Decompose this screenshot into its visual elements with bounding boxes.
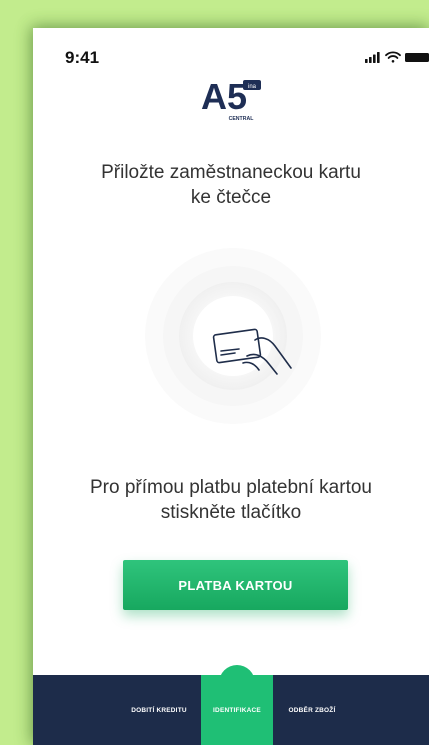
instruction-hint-line1: Pro přímou platbu platební kartou [89,477,372,498]
instruction-title: Přiložte zaměstnaneckou kartu ke čtečce [53,160,409,210]
status-time: 9:41 [65,48,100,67]
instruction-hint: Pro přímou platbu platební kartou stiskn… [53,475,409,525]
logo-mark: A5 [201,76,247,117]
logo-tag: ina [248,84,257,90]
instruction-hint-line2: stiskněte tlačítko [160,502,302,523]
instruction-title-line2: ke čtečce [190,187,272,208]
phone-screen: 9:41 A5 ina CENTRAL Přiložte zaměstnanec… [33,28,429,745]
nfc-rings [145,248,321,424]
battery-icon [405,53,429,62]
card-reader-illustration [145,248,321,424]
pay-by-card-button[interactable]: PLATBA KARTOU [123,560,348,610]
logo: A5 ina CENTRAL [201,76,261,122]
tab-identification[interactable]: IDENTIFIKACE [201,675,273,745]
status-icons [365,51,429,63]
signal-icon [365,52,380,63]
instruction-title-line1: Přiložte zaměstnaneckou kartu [101,162,361,183]
tab-goods-pickup[interactable]: ODBĚR ZBOŽÍ [273,675,351,745]
wifi-icon [385,51,401,63]
logo-subtitle: CENTRAL [229,116,255,122]
tab-credit-topup[interactable]: DOBITÍ KREDITU [117,675,201,745]
